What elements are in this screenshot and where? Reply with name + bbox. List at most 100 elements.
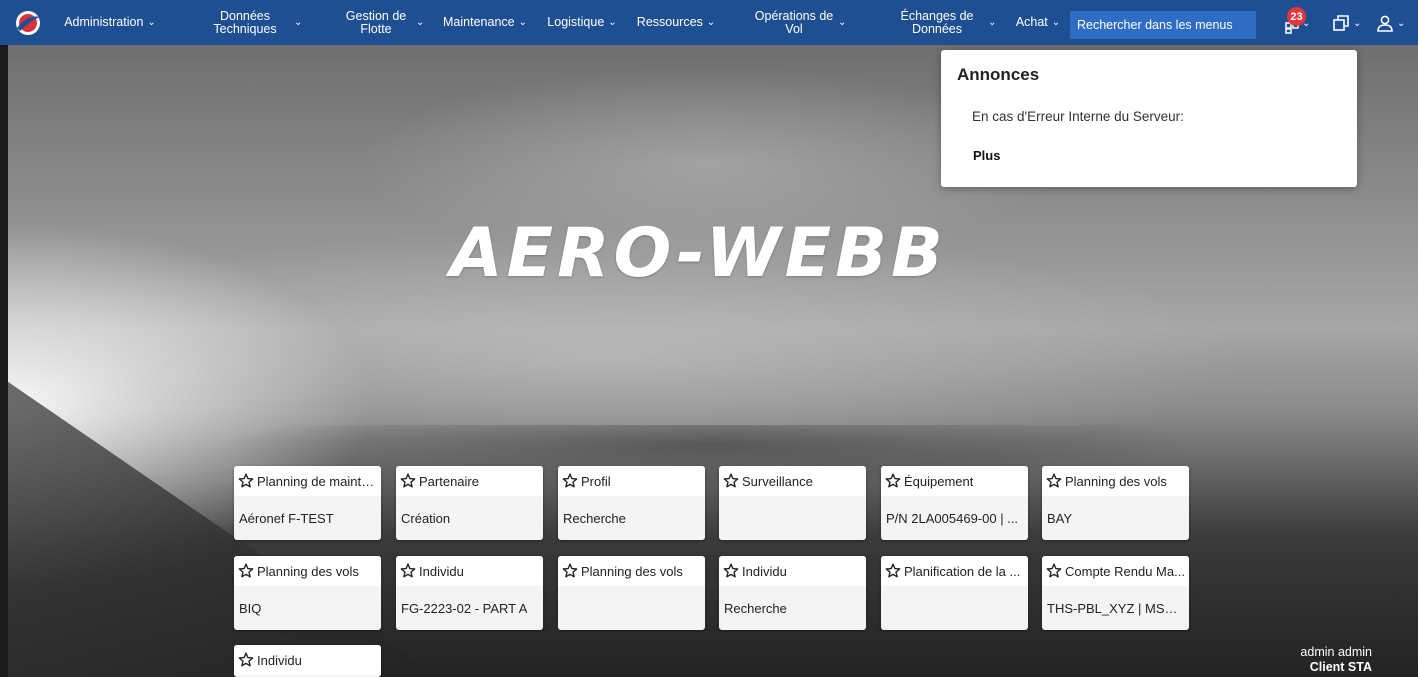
tile-subtitle-row: Recherche xyxy=(558,496,705,540)
tile-title: Planning des vols xyxy=(1065,473,1167,489)
nav-maintenance[interactable]: Maintenance ⌄ xyxy=(442,0,528,45)
nav-echanges-de-donnees[interactable]: Échanges de Données ⌄ xyxy=(880,0,997,45)
nav-achat[interactable]: Achat ⌄ xyxy=(1014,0,1062,45)
chevron-down-icon: ⌄ xyxy=(147,17,156,28)
nav-operations-de-vol[interactable]: Opérations de Vol ⌄ xyxy=(742,0,847,45)
user-name: admin admin xyxy=(1300,645,1372,659)
announcements-panel: Annonces En cas d'Erreur Interne du Serv… xyxy=(941,50,1357,187)
tile-subtitle-row: FG-2223-02 - PART A xyxy=(396,586,543,630)
tile-header: Individu xyxy=(396,556,543,586)
tile-header: Équipement xyxy=(881,466,1028,496)
tile-title: Individu xyxy=(742,563,787,579)
client-name: Client STA xyxy=(1309,660,1372,674)
more-link[interactable]: Plus xyxy=(973,148,1000,163)
star-icon[interactable] xyxy=(723,473,739,489)
favorite-tile[interactable]: Planning de mainte... Aéronef F-TEST xyxy=(234,466,381,540)
nav-administration[interactable]: Administration ⌄ xyxy=(64,0,156,45)
tile-header: Planning des vols xyxy=(558,556,705,586)
app-logo-icon[interactable] xyxy=(14,9,42,37)
star-icon[interactable] xyxy=(562,563,578,579)
star-icon[interactable] xyxy=(238,652,254,668)
star-icon[interactable] xyxy=(400,473,416,489)
favorite-tile[interactable]: Partenaire Création xyxy=(396,466,543,540)
tile-subtitle-row: Aéronef F-TEST xyxy=(234,496,381,540)
tile-subtitle-row xyxy=(881,586,1028,630)
nav-gestion-de-flotte[interactable]: Gestion de Flotte ⌄ xyxy=(330,0,425,45)
tile-title: Compte Rendu Ma... xyxy=(1065,563,1185,579)
nav-ressources[interactable]: Ressources ⌄ xyxy=(636,0,716,45)
top-navigation-bar: Administration ⌄ Données Techniques ⌄ Ge… xyxy=(0,0,1418,45)
star-icon[interactable] xyxy=(723,563,739,579)
chevron-down-icon: ⌄ xyxy=(838,17,847,28)
favorite-tile[interactable]: Compte Rendu Ma... THS-PBL_XYZ | MSN ... xyxy=(1042,556,1189,630)
tile-header: Individu xyxy=(719,556,866,586)
star-icon[interactable] xyxy=(1046,563,1062,579)
tile-subtitle: Aéronef F-TEST xyxy=(239,510,334,526)
chevron-down-icon: ⌄ xyxy=(988,17,997,28)
nav-logistique[interactable]: Logistique ⌄ xyxy=(547,0,617,45)
tile-title: Planification de la ... xyxy=(904,563,1021,579)
current-user-info: admin admin Client STA xyxy=(1300,645,1372,675)
favorite-tile[interactable]: Équipement P/N 2LA005469-00 | ... xyxy=(881,466,1028,540)
tile-header: Planning des vols xyxy=(234,556,381,586)
star-icon[interactable] xyxy=(238,563,254,579)
tile-subtitle: BIQ xyxy=(239,600,262,616)
tile-subtitle-row: THS-PBL_XYZ | MSN ... xyxy=(1042,586,1189,630)
chevron-down-icon: ⌄ xyxy=(1051,17,1061,28)
tile-title: Surveillance xyxy=(742,473,813,489)
nav-label: Administration xyxy=(64,15,144,29)
announcement-message: En cas d'Erreur Interne du Serveur: xyxy=(972,109,1184,124)
star-icon[interactable] xyxy=(400,563,416,579)
tile-header: Planning des vols xyxy=(1042,466,1189,496)
tile-title: Profil xyxy=(581,473,611,489)
tile-title: Planning des vols xyxy=(581,563,683,579)
chevron-down-icon: ⌄ xyxy=(294,17,303,28)
favorite-tile[interactable]: Individu Recherche xyxy=(719,556,866,630)
favorite-tile[interactable]: Planning des vols BIQ xyxy=(234,556,381,630)
tile-title: Partenaire xyxy=(419,473,479,489)
tile-subtitle: Création xyxy=(401,510,451,526)
tile-subtitle-row xyxy=(719,496,866,540)
windows-menu-button[interactable]: ⌄ xyxy=(1332,11,1361,35)
favorite-tile[interactable]: Planning des vols xyxy=(558,556,705,630)
favorite-tile[interactable]: Surveillance xyxy=(719,466,866,540)
star-icon[interactable] xyxy=(562,473,578,489)
user-icon xyxy=(1377,15,1393,32)
notifications-button[interactable]: 23 ⌄ xyxy=(1284,7,1310,35)
favorite-tile[interactable]: Individu FG-2223-02 - PART A xyxy=(396,556,543,630)
windows-icon xyxy=(1333,15,1349,31)
star-icon[interactable] xyxy=(885,563,901,579)
user-menu-button[interactable]: ⌄ xyxy=(1376,11,1405,35)
tile-subtitle: Recherche xyxy=(724,600,787,616)
favorite-tile[interactable]: Individu xyxy=(234,645,381,677)
star-icon[interactable] xyxy=(1046,473,1062,489)
tile-subtitle: THS-PBL_XYZ | MSN ... xyxy=(1047,600,1183,616)
tile-header: Compte Rendu Ma... xyxy=(1042,556,1189,586)
chevron-down-icon: ⌄ xyxy=(1397,17,1406,29)
tile-subtitle: FG-2223-02 - PART A xyxy=(401,600,528,616)
tile-header: Planning de mainte... xyxy=(234,466,381,496)
tile-subtitle: P/N 2LA005469-00 | ... xyxy=(886,510,1019,526)
chevron-down-icon: ⌄ xyxy=(1353,17,1362,29)
tile-header: Profil xyxy=(558,466,705,496)
favorite-tile[interactable]: Planification de la ... xyxy=(881,556,1028,630)
star-icon[interactable] xyxy=(885,473,901,489)
tile-header: Individu xyxy=(234,645,381,675)
favorite-tile[interactable]: Planning des vols BAY xyxy=(1042,466,1189,540)
announcements-title: Annonces xyxy=(957,65,1040,84)
chevron-down-icon: ⌄ xyxy=(706,17,716,28)
tile-title: Planning des vols xyxy=(257,563,359,579)
nav-donnees-techniques[interactable]: Données Techniques ⌄ xyxy=(198,0,302,45)
nav-label: Maintenance xyxy=(443,15,515,29)
chevron-down-icon: ⌄ xyxy=(608,17,617,28)
nav-label: Achat xyxy=(1015,15,1048,29)
clouds xyxy=(8,425,1418,677)
tile-subtitle-row: Recherche xyxy=(719,586,866,630)
star-icon[interactable] xyxy=(238,473,254,489)
tile-subtitle-row: P/N 2LA005469-00 | ... xyxy=(881,496,1028,540)
favorite-tile[interactable]: Profil Recherche xyxy=(558,466,705,540)
tile-title: Individu xyxy=(419,563,464,579)
chevron-down-icon: ⌄ xyxy=(518,17,527,28)
menu-search-input[interactable] xyxy=(1070,11,1256,39)
tile-title: Planning de mainte... xyxy=(257,473,379,489)
